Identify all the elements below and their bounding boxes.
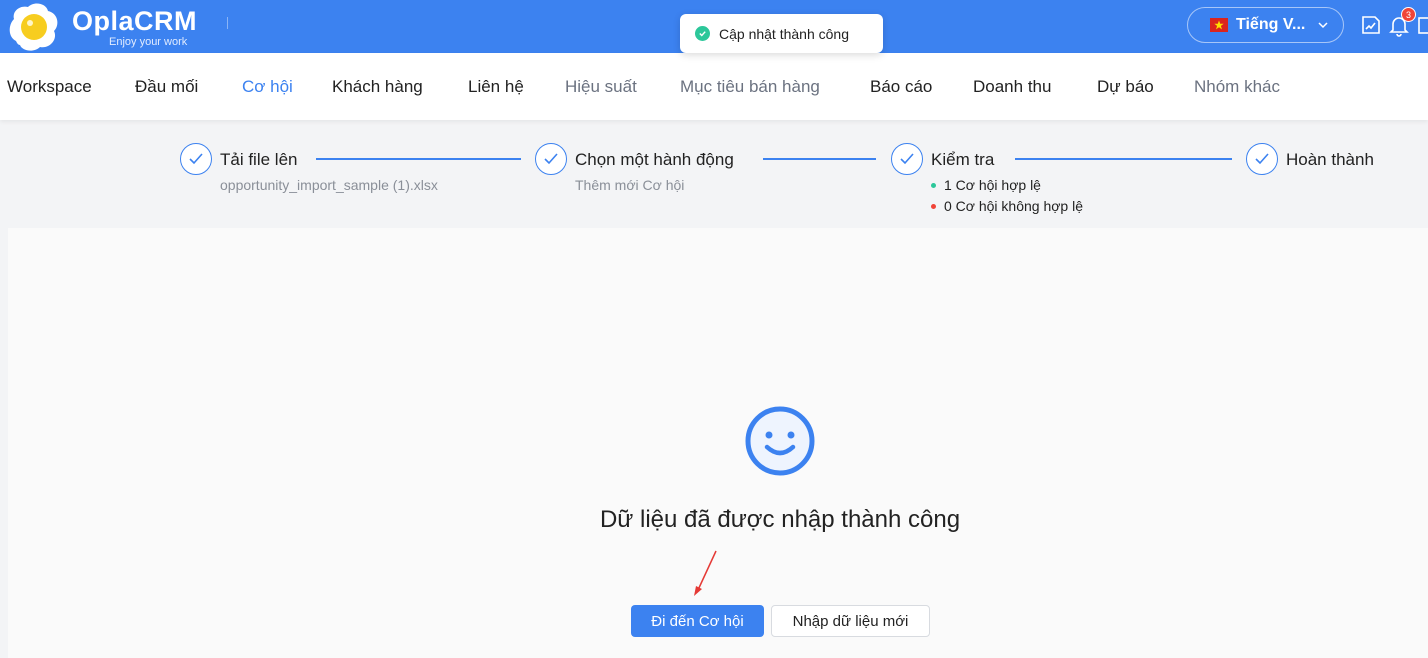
nav-item-opportunities[interactable]: Cơ hội [242,77,293,97]
nav-item-contacts[interactable]: Liên hệ [468,77,524,97]
invalid-count-text: 0 Cơ hội không hợp lệ [944,198,1084,214]
app-logo[interactable]: OplaCRM Enjoy your work [6,0,197,53]
toast-message: Cập nhật thành công [719,25,849,42]
step-connector [763,158,876,160]
step-2-check-icon [535,143,567,175]
step-connector [1015,158,1232,160]
nav-item-reports[interactable]: Báo cáo [870,77,932,97]
document-sign-icon[interactable] [1360,13,1382,37]
language-selector[interactable]: Tiếng V... [1187,7,1344,43]
logo-icon [9,3,58,51]
step-1-title: Tải file lên [220,150,298,169]
nav-item-other-groups[interactable]: Nhóm khác [1194,77,1280,97]
valid-dot [931,182,936,188]
step-4-check-icon [1246,143,1278,175]
step-connector [316,158,521,160]
nav-item-sales-goals[interactable]: Mục tiêu bán hàng [680,77,820,97]
notification-badge: 3 [1401,7,1416,22]
nav-item-leads[interactable]: Đầu mối [135,77,198,97]
app-tagline: Enjoy your work [109,36,188,48]
valid-count: 1 Cơ hội hợp lệ [931,177,1041,193]
nav-item-customers[interactable]: Khách hàng [332,77,423,97]
nav-item-forecast[interactable]: Dự báo [1097,77,1154,97]
nav-item-performance[interactable]: Hiệu suất [565,77,637,97]
app-name: OplaCRM [72,6,197,36]
language-label: Tiếng V... [1236,16,1306,33]
success-toast: Cập nhật thành công [680,14,883,53]
invalid-count: 0 Cơ hội không hợp lệ [931,198,1083,214]
topbar-divider [227,17,228,29]
step-3-title: Kiểm tra [931,150,995,169]
step-1-check-icon [180,143,212,175]
nav-item-revenue[interactable]: Doanh thu [973,77,1051,97]
check-circle-icon [695,26,710,41]
red-arrow-annotation-icon [694,550,717,596]
step-2-action: Thêm mới Cơ hội [575,177,685,193]
chevron-down-icon [1318,22,1328,29]
calendar-icon[interactable] [1417,13,1428,37]
step-2-title: Chọn một hành động [575,150,734,169]
go-to-opportunities-button[interactable]: Đi đến Cơ hội [631,605,764,637]
success-message: Dữ liệu đã được nhập thành công [599,506,961,533]
import-new-data-button[interactable]: Nhập dữ liệu mới [771,605,930,637]
invalid-dot [931,203,936,209]
main-nav: Workspace Đầu mối Cơ hội Khách hàng Liên… [0,53,1428,120]
vietnam-flag-icon [1210,18,1228,32]
valid-count-text: 1 Cơ hội hợp lệ [944,177,1041,193]
smiley-face-icon [745,406,815,476]
nav-item-workspace[interactable]: Workspace [7,77,92,97]
step-4-title: Hoàn thành [1286,150,1374,169]
step-3-check-icon [891,143,923,175]
step-1-filename: opportunity_import_sample (1).xlsx [220,177,438,193]
